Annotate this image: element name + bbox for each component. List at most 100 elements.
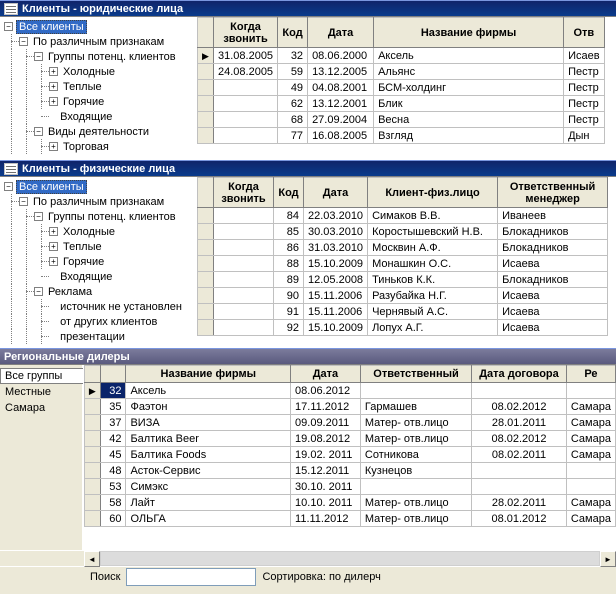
tab-all-groups[interactable]: Все группы [0,368,83,384]
col-code[interactable]: Код [278,18,308,48]
col-resp[interactable]: Ответственный [360,366,471,383]
cell-when[interactable] [214,96,278,112]
cell-date[interactable]: 13.12.2001 [308,96,374,112]
cell-reg[interactable]: Самара [566,431,615,447]
cell-contract[interactable]: 08.02.2012 [472,399,567,415]
cell-contract[interactable] [472,463,567,479]
table-row[interactable]: 32Аксель08.06.2012 [85,383,616,399]
cell-code[interactable]: 62 [278,96,308,112]
cell-firm[interactable]: ОЛЬГА [126,511,291,527]
cell-firm[interactable]: Лайт [126,495,291,511]
cell-firm[interactable]: Симэкс [126,479,291,495]
cell-when[interactable] [214,80,278,96]
cell-person[interactable]: Лопух А.Г. [368,320,498,336]
cell-manager[interactable]: Исаева [498,256,608,272]
cell-code[interactable]: 48 [100,463,126,479]
cell-code[interactable]: 68 [278,112,308,128]
tree-item[interactable]: − По различным признакам [0,194,197,209]
table-row[interactable]: 53Симэкс30.10. 2011 [85,479,616,495]
cell-when[interactable] [214,208,274,224]
cell-resp[interactable]: Кузнецов [360,463,471,479]
tree-item[interactable]: − Группы потенц. клиентов [0,49,197,64]
cell-reg[interactable]: Самара [566,399,615,415]
tree-item[interactable]: от других клиентов [0,314,197,329]
table-row[interactable]: 9015.11.2006Разубайка Н.Г.Исаева [198,288,608,304]
tab-local[interactable]: Местные [0,384,82,400]
col-date[interactable]: Дата [308,18,374,48]
cell-code[interactable]: 49 [278,80,308,96]
table-row[interactable]: 6827.09.2004ВеснаПестр [198,112,605,128]
cell-person[interactable]: Симаков В.В. [368,208,498,224]
cell-reg[interactable] [566,463,615,479]
cell-code[interactable]: 53 [100,479,126,495]
cell-manager[interactable]: Блокадников [498,224,608,240]
cell-code[interactable]: 86 [274,240,304,256]
tree-item[interactable]: +Теплые [0,239,197,254]
tree-item[interactable]: Входящие [0,109,197,124]
cell-code[interactable]: 59 [278,64,308,80]
table-row[interactable]: 8631.03.2010Москвин А.Ф.Блокадников [198,240,608,256]
cell-resp[interactable]: Гармашев [360,399,471,415]
table-row[interactable]: 7716.08.2005ВзглядДын [198,128,605,144]
cell-date[interactable]: 10.10. 2011 [291,495,361,511]
cell-manager[interactable]: Исаева [498,288,608,304]
cell-firm[interactable]: Весна [374,112,564,128]
cell-manager[interactable]: Иванеев [498,208,608,224]
cell-firm[interactable]: Балтика Foods [126,447,291,463]
panel1-tree[interactable]: − Все клиенты − По различным признакам −… [0,17,197,160]
table-row[interactable]: 9215.10.2009Лопух А.Г.Исаева [198,320,608,336]
cell-when[interactable] [214,256,274,272]
cell-contract[interactable]: 08.01.2012 [472,511,567,527]
cell-firm[interactable]: Фаэтон [126,399,291,415]
cell-code[interactable]: 88 [274,256,304,272]
cell-resp[interactable]: Дын [564,128,605,144]
table-row[interactable]: 8530.03.2010Коростышевский Н.В.Блокадник… [198,224,608,240]
cell-contract[interactable]: 08.02.2011 [472,447,567,463]
tab-samara[interactable]: Самара [0,400,82,416]
cell-date[interactable]: 30.03.2010 [304,224,368,240]
cell-when[interactable] [214,224,274,240]
cell-manager[interactable]: Исаева [498,320,608,336]
col-reg[interactable]: Ре [566,366,615,383]
col-when[interactable]: Когда звонить [214,178,274,208]
cell-code[interactable]: 60 [100,511,126,527]
cell-firm[interactable]: Взгляд [374,128,564,144]
panel3-groups[interactable]: Все группы Местные Самара [0,365,84,550]
col-resp[interactable]: Отв [564,18,605,48]
table-row[interactable]: 45Балтика Foods19.02. 2011Сотникова08.02… [85,447,616,463]
cell-date[interactable]: 16.08.2005 [308,128,374,144]
tree-root[interactable]: − Все клиенты [0,19,197,34]
cell-code[interactable]: 89 [274,272,304,288]
cell-code[interactable]: 42 [100,431,126,447]
cell-code[interactable]: 37 [100,415,126,431]
cell-resp[interactable]: Пестр [564,80,605,96]
cell-firm[interactable]: Аксель [126,383,291,399]
cell-reg[interactable] [566,479,615,495]
cell-contract[interactable]: 08.02.2012 [472,431,567,447]
cell-date[interactable]: 15.10.2009 [304,320,368,336]
cell-when[interactable] [214,128,278,144]
table-row[interactable]: 24.08.20055913.12.2005АльянсПестр [198,64,605,80]
cell-contract[interactable]: 28.01.2011 [472,415,567,431]
tree-root[interactable]: − Все клиенты [0,179,197,194]
cell-firm[interactable]: БСМ-холдинг [374,80,564,96]
tree-item[interactable]: Входящие [0,269,197,284]
cell-date[interactable]: 15.11.2006 [304,288,368,304]
cell-contract[interactable] [472,383,567,399]
cell-code[interactable]: 35 [100,399,126,415]
tree-item[interactable]: − Реклама [0,284,197,299]
panel3-grid[interactable]: Название фирмы Дата Ответственный Дата д… [84,365,616,550]
cell-date[interactable]: 13.12.2005 [308,64,374,80]
cell-date[interactable]: 04.08.2001 [308,80,374,96]
scroll-left-icon[interactable]: ◄ [84,551,100,567]
cell-resp[interactable]: Пестр [564,112,605,128]
cell-code[interactable]: 32 [100,383,126,399]
cell-date[interactable]: 15.10.2009 [304,256,368,272]
cell-reg[interactable]: Самара [566,495,615,511]
cell-date[interactable]: 15.11.2006 [304,304,368,320]
tree-item[interactable]: +Торговая [0,139,197,154]
table-row[interactable]: 8815.10.2009Монашкин О.С.Исаева [198,256,608,272]
cell-person[interactable]: Тиньков К.К. [368,272,498,288]
table-row[interactable]: 58Лайт10.10. 2011Матер- отв.лицо28.02.20… [85,495,616,511]
col-manager[interactable]: Ответственный менеджер [498,178,608,208]
